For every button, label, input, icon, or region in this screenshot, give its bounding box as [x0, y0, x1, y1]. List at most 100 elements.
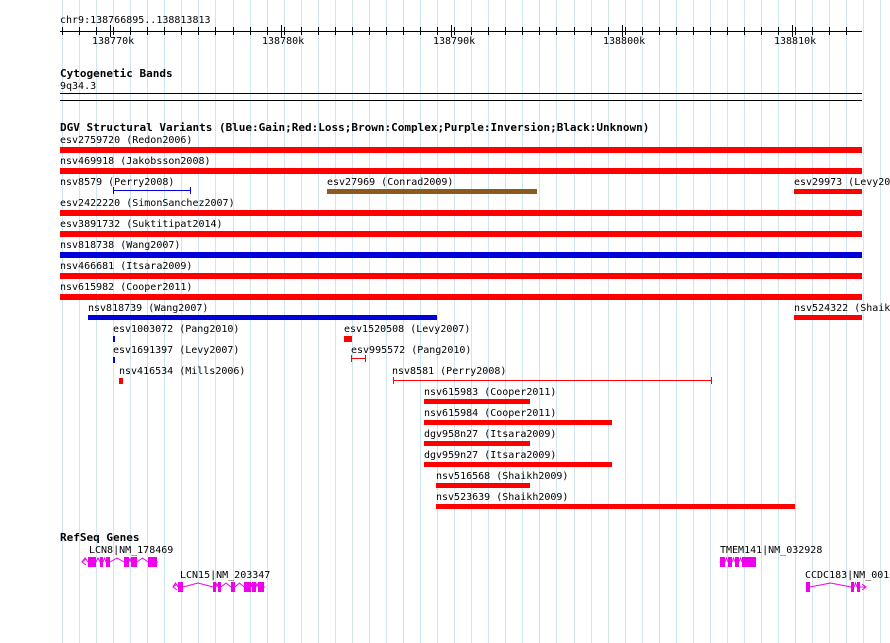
gridline [352, 0, 353, 643]
variant-label[interactable]: dgv958n27 (Itsara2009) [424, 429, 556, 440]
ruler-minor-tick [215, 27, 216, 35]
variant-label[interactable]: nsv469918 (Jakobsson2008) [60, 156, 211, 167]
variant-label[interactable]: nsv416534 (Mills2006) [119, 366, 245, 377]
cytoband-track-title[interactable]: Cytogenetic Bands [60, 68, 173, 80]
gene-exon [728, 557, 732, 567]
variant-bar[interactable] [113, 190, 191, 191]
gene-label[interactable]: TMEM141|NM_032928 [720, 545, 822, 556]
variant-label[interactable]: nsv524322 (Shaikh2009) [794, 303, 890, 314]
variant-bar[interactable] [424, 462, 612, 467]
gridline [181, 0, 182, 643]
ruler-minor-tick [301, 27, 302, 35]
ruler-minor-tick [369, 27, 370, 35]
variant-label[interactable]: esv1691397 (Levy2007) [113, 345, 239, 356]
variant-label[interactable]: nsv466681 (Itsara2009) [60, 261, 192, 272]
variant-bar[interactable] [113, 357, 115, 363]
variant-bar[interactable] [60, 273, 862, 279]
ruler-minor-tick [420, 27, 421, 35]
variant-bar[interactable] [393, 380, 712, 381]
ruler-minor-tick [591, 27, 592, 35]
variant-label[interactable]: esv2759720 (Redon2006) [60, 135, 192, 146]
gene-exon [857, 582, 860, 592]
variant-bar[interactable] [119, 378, 123, 384]
variant-bar[interactable] [60, 210, 862, 216]
variant-label[interactable]: nsv523639 (Shaikh2009) [436, 492, 568, 503]
gridline [198, 0, 199, 643]
variant-bar[interactable] [88, 315, 437, 320]
variant-label[interactable]: esv2422220 (SimonSanchez2007) [60, 198, 235, 209]
variant-bar[interactable] [60, 231, 862, 237]
variant-label[interactable]: nsv8581 (Perry2008) [392, 366, 506, 377]
ruler-minor-tick [335, 27, 336, 35]
gridline [403, 0, 404, 643]
variant-bar[interactable] [344, 336, 352, 342]
variant-label[interactable]: nsv8579 (Perry2008) [60, 177, 174, 188]
ruler-minor-tick [488, 27, 489, 35]
ruler-minor-tick [676, 27, 677, 35]
variant-bar[interactable] [60, 294, 862, 300]
ruler-minor-tick [642, 27, 643, 35]
tick-label-2: 138780k [262, 36, 305, 47]
tick-label-4: 138800k [603, 36, 646, 47]
dgv-track-title[interactable]: DGV Structural Variants (Blue:Gain;Red:L… [60, 122, 649, 134]
variant-bar[interactable] [424, 420, 612, 425]
variant-bar[interactable] [424, 441, 530, 446]
ruler-minor-tick [318, 27, 319, 35]
gene-label[interactable]: LCN15|NM_203347 [180, 570, 270, 581]
gene-label[interactable]: CCDC183|NM_001039374 [805, 570, 890, 581]
ruler-minor-tick [147, 27, 148, 35]
ruler-minor-tick [829, 27, 830, 35]
ruler-minor-tick [574, 27, 575, 35]
variant-label[interactable]: esv995572 (Pang2010) [351, 345, 471, 356]
gene-strand-arrow [81, 558, 87, 566]
ruler-minor-tick [778, 27, 779, 35]
gene-intron [255, 582, 259, 588]
variant-label[interactable]: nsv615982 (Cooper2011) [60, 282, 192, 293]
gridline [625, 0, 626, 643]
ruler-minor-tick [795, 27, 796, 35]
variant-label[interactable]: esv29973 (Levy2007) [794, 177, 890, 188]
gridline [471, 0, 472, 643]
tick-label-3: 138790k [433, 36, 476, 47]
variant-bar[interactable] [424, 399, 530, 404]
gene-intron [102, 556, 107, 563]
variant-label[interactable]: nsv615983 (Cooper2011) [424, 387, 556, 398]
variant-bar[interactable] [60, 168, 862, 174]
variant-bar[interactable] [60, 147, 862, 153]
gene-intron [731, 556, 736, 563]
gridline [863, 0, 864, 643]
variant-bar[interactable] [436, 483, 530, 488]
cytoband-line-top [60, 93, 862, 94]
variant-label[interactable]: esv3891732 (Suktitipat2014) [60, 219, 223, 230]
variant-span-end [190, 187, 191, 194]
variant-bar[interactable] [60, 252, 862, 258]
variant-label[interactable]: nsv615984 (Cooper2011) [424, 408, 556, 419]
ruler-minor-tick [812, 27, 813, 35]
gridline [710, 0, 711, 643]
ruler-minor-tick [693, 27, 694, 35]
variant-label[interactable]: nsv818738 (Wang2007) [60, 240, 180, 251]
variant-label[interactable]: nsv818739 (Wang2007) [88, 303, 208, 314]
ruler-minor-tick [96, 27, 97, 35]
refseq-track-title[interactable]: RefSeq Genes [60, 532, 139, 544]
variant-bar[interactable] [436, 504, 795, 509]
ruler-minor-tick [454, 27, 455, 35]
variant-bar[interactable] [351, 358, 366, 359]
variant-label[interactable]: esv27969 (Conrad2009) [327, 177, 453, 188]
gene-strand-arrow [719, 558, 725, 566]
gridline [79, 0, 80, 643]
gridline [62, 0, 63, 643]
variant-label[interactable]: esv1520508 (Levy2007) [344, 324, 470, 335]
gridline [233, 0, 234, 643]
variant-bar[interactable] [794, 315, 862, 320]
gridline [880, 0, 881, 643]
gene-label[interactable]: LCN8|NM_178469 [89, 545, 173, 556]
variant-bar[interactable] [327, 189, 537, 194]
variant-bar[interactable] [794, 189, 862, 194]
variant-label[interactable]: nsv516568 (Shaikh2009) [436, 471, 568, 482]
variant-label[interactable]: dgv959n27 (Itsara2009) [424, 450, 556, 461]
gridline [420, 0, 421, 643]
ruler-minor-tick [710, 27, 711, 35]
variant-bar[interactable] [113, 336, 115, 342]
variant-label[interactable]: esv1003072 (Pang2010) [113, 324, 239, 335]
